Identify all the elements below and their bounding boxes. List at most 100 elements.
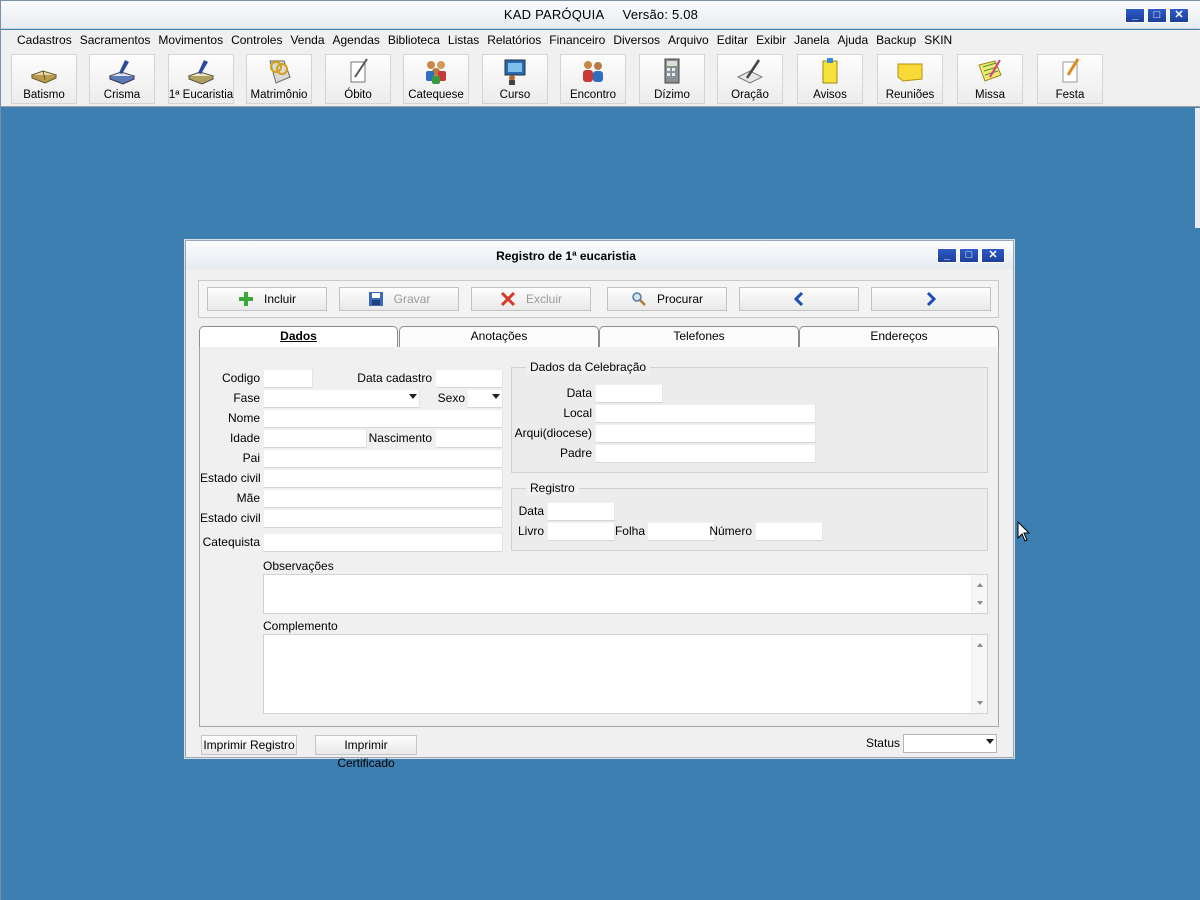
livro-field[interactable]: [547, 522, 615, 541]
fase-select[interactable]: [263, 389, 420, 408]
mae-field[interactable]: [263, 489, 503, 508]
estado-civil-mae-field[interactable]: [263, 509, 503, 528]
presentation-icon: [504, 59, 526, 85]
toolbar-crisma-button[interactable]: Crisma: [89, 54, 155, 104]
toolbar-catequese-button[interactable]: Catequese: [403, 54, 469, 104]
complemento-textarea[interactable]: [263, 634, 988, 714]
toolbar-festa-button[interactable]: Festa: [1037, 54, 1103, 104]
gravar-button[interactable]: Gravar: [339, 287, 459, 311]
idade-field[interactable]: [263, 429, 367, 448]
arrow-left-icon: [793, 291, 804, 307]
people-icon: [583, 61, 603, 82]
dialog-title: Registro de 1ª eucaristia: [496, 249, 636, 263]
app-titlebar: KAD PARÓQUIA Versão: 5.08 _ □ ✕: [1, 1, 1200, 29]
menu-movimentos[interactable]: Movimentos: [154, 30, 227, 51]
toolbar-label: Catequese: [408, 89, 464, 101]
toolbar-matrimonio-button[interactable]: Matrimônio: [246, 54, 312, 104]
scroll-down-icon[interactable]: [977, 601, 983, 605]
close-button[interactable]: ✕: [1169, 8, 1189, 23]
imprimir-registro-button[interactable]: Imprimir Registro: [201, 735, 297, 755]
complemento-scrollbar[interactable]: [971, 635, 987, 713]
numero-field[interactable]: [755, 522, 823, 541]
padre-field[interactable]: [595, 444, 816, 463]
catequista-label: Catequista: [202, 535, 260, 549]
scroll-down-icon[interactable]: [977, 701, 983, 705]
idade-label: Idade: [229, 431, 260, 445]
fase-label: Fase: [233, 391, 260, 405]
pen-writing-icon: [736, 59, 764, 84]
sexo-select[interactable]: [467, 389, 503, 408]
mouse-cursor-icon: [1017, 521, 1031, 542]
estado-civil-pai-field[interactable]: [263, 469, 503, 488]
menu-editar[interactable]: Editar: [713, 30, 752, 51]
menu-arquivo[interactable]: Arquivo: [664, 30, 713, 51]
menu-venda[interactable]: Venda: [286, 30, 328, 51]
observacoes-scrollbar[interactable]: [971, 575, 987, 613]
dialog-titlebar[interactable]: Registro de 1ª eucaristia _ □ ✕: [186, 241, 1013, 269]
toolbar-encontro-button[interactable]: Encontro: [560, 54, 626, 104]
toolbar-curso-button[interactable]: Curso: [482, 54, 548, 104]
menu-agendas[interactable]: Agendas: [329, 30, 384, 51]
complemento-label: Complemento: [263, 619, 338, 633]
menu-sacramentos[interactable]: Sacramentos: [76, 30, 155, 51]
sexo-label: Sexo: [437, 391, 465, 405]
previous-record-button[interactable]: [739, 287, 859, 311]
toolbar-label: Óbito: [344, 89, 372, 101]
dialog-minimize-button[interactable]: _: [937, 248, 957, 263]
sticky-note-icon: [897, 63, 923, 82]
toolbar-label: Oração: [731, 89, 769, 101]
maximize-button[interactable]: □: [1147, 8, 1167, 23]
toolbar-dizimo-button[interactable]: Dízimo: [639, 54, 705, 104]
menu-janela[interactable]: Janela: [790, 30, 833, 51]
menu-exibir[interactable]: Exibir: [752, 30, 790, 51]
folha-field[interactable]: [647, 522, 715, 541]
scroll-up-icon[interactable]: [977, 583, 983, 587]
arquidiocese-field[interactable]: [595, 424, 816, 443]
menu-skin[interactable]: SKIN: [920, 30, 956, 51]
toolbar-eucaristia-button[interactable]: 1ª Eucaristia: [168, 54, 234, 104]
toolbar-batismo-button[interactable]: Batismo: [11, 54, 77, 104]
menu-financeiro[interactable]: Financeiro: [545, 30, 609, 51]
toolbar-obito-button[interactable]: Óbito: [325, 54, 391, 104]
codigo-field[interactable]: [263, 369, 313, 388]
menu-ajuda[interactable]: Ajuda: [833, 30, 872, 51]
next-record-button[interactable]: [871, 287, 991, 311]
pai-field[interactable]: [263, 449, 503, 468]
dialog-close-button[interactable]: ✕: [981, 248, 1005, 263]
procurar-button[interactable]: Procurar: [607, 287, 727, 311]
menu-controles[interactable]: Controles: [227, 30, 286, 51]
scroll-up-icon[interactable]: [977, 643, 983, 647]
menu-backup[interactable]: Backup: [872, 30, 920, 51]
menu-listas[interactable]: Listas: [444, 30, 483, 51]
tab-anotacoes[interactable]: Anotações: [399, 326, 599, 347]
catequista-field[interactable]: [263, 533, 503, 552]
celebracao-data-field[interactable]: [595, 384, 663, 403]
incluir-button[interactable]: Incluir: [207, 287, 327, 311]
toolbar-avisos-button[interactable]: Avisos: [797, 54, 863, 104]
nascimento-field[interactable]: [435, 429, 503, 448]
toolbar-reunioes-button[interactable]: Reuniões: [877, 54, 943, 104]
tab-enderecos[interactable]: Endereços: [799, 326, 999, 347]
toolbar-label: Reuniões: [885, 89, 935, 101]
tab-dados[interactable]: Dados: [199, 326, 398, 347]
celebracao-data-label: Data: [566, 386, 592, 400]
registro-data-field[interactable]: [547, 502, 615, 521]
toolbar-oracao-button[interactable]: Oração: [717, 54, 783, 104]
toolbar-label: Batismo: [23, 89, 65, 101]
toolbar-missa-button[interactable]: Missa: [957, 54, 1023, 104]
excluir-button[interactable]: Excluir: [471, 287, 591, 311]
menu-cadastros[interactable]: Cadastros: [13, 30, 76, 51]
data-cadastro-field[interactable]: [435, 369, 503, 388]
nome-field[interactable]: [263, 409, 503, 428]
observacoes-textarea[interactable]: [263, 574, 988, 614]
imprimir-certificado-button[interactable]: Imprimir Certificado: [315, 735, 417, 770]
tab-telefones[interactable]: Telefones: [599, 326, 799, 347]
status-select[interactable]: [903, 734, 997, 753]
menubar: Cadastros Sacramentos Movimentos Control…: [1, 30, 1200, 51]
menu-relatorios[interactable]: Relatórios: [483, 30, 545, 51]
minimize-button[interactable]: _: [1125, 8, 1145, 23]
celebracao-local-field[interactable]: [595, 404, 816, 423]
menu-biblioteca[interactable]: Biblioteca: [384, 30, 444, 51]
menu-diversos[interactable]: Diversos: [609, 30, 664, 51]
dialog-maximize-button[interactable]: □: [959, 248, 979, 263]
